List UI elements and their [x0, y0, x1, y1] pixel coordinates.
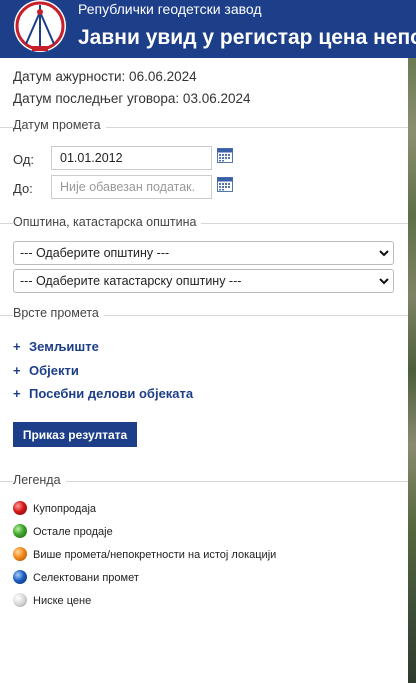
chevron-down-icon	[379, 278, 389, 285]
date-from-input[interactable]	[51, 146, 212, 170]
type-item-land[interactable]: + Земљиште	[13, 339, 99, 354]
search-sidebar: Датум ажурности: 06.06.2024 Датум послед…	[0, 58, 408, 683]
municipality-section-label: Општина, катастарска општина	[13, 215, 202, 229]
expand-plus-icon: +	[13, 339, 21, 354]
to-label: До:	[13, 181, 33, 196]
legend-item-label: Селектовани промет	[33, 571, 139, 584]
from-label: Од:	[13, 152, 35, 167]
type-item-label: Посебни делови објеката	[29, 386, 194, 401]
show-results-button[interactable]: Приказ резултата	[13, 422, 137, 447]
chevron-down-icon	[379, 250, 389, 257]
orange-dot-icon	[13, 547, 27, 561]
legend-item-label: Ниске цене	[33, 594, 92, 607]
date-to-input[interactable]	[51, 175, 212, 199]
type-item-buildings[interactable]: + Објекти	[13, 363, 79, 378]
expand-plus-icon: +	[13, 386, 21, 401]
app-header: Републички геодетски завод Јавни увид у …	[0, 0, 416, 58]
legend-label: Легенда	[13, 473, 66, 487]
legend-item: Купопродаја	[13, 501, 97, 516]
type-item-label: Објекти	[29, 363, 79, 378]
last-contract-date: Датум последњег уговора: 03.06.2024	[13, 91, 251, 106]
blue-dot-icon	[13, 570, 27, 584]
type-item-label: Земљиште	[29, 339, 99, 354]
types-section-label: Врсте промета	[13, 306, 104, 320]
update-date: Датум ажурности: 06.06.2024	[13, 69, 197, 84]
legend-item: Остале продаје	[13, 524, 113, 539]
organization-name: Републички геодетски завод	[78, 1, 262, 17]
red-dot-icon	[13, 501, 27, 515]
legend-item: Селектовани промет	[13, 570, 139, 585]
legend-item-label: Остале продаје	[33, 525, 113, 538]
legend-item: Више промета/непокретности на истој лока…	[13, 547, 277, 562]
map-area[interactable]	[408, 58, 416, 683]
cadastral-municipality-select[interactable]: --- Одаберите катастарску општину ---	[13, 269, 394, 293]
cadastral-select-value: --- Одаберите катастарску општину ---	[20, 274, 242, 288]
legend-item-label: Купопродаја	[33, 502, 97, 515]
date-section-label: Датум промета	[13, 118, 106, 132]
legend-item-label: Више промета/непокретности на истој лока…	[33, 548, 277, 561]
page-title: Јавни увид у регистар цена непокретности	[78, 26, 416, 49]
calendar-icon[interactable]	[217, 148, 233, 163]
rgz-logo-icon	[14, 0, 66, 52]
calendar-icon[interactable]	[217, 177, 233, 192]
expand-plus-icon: +	[13, 363, 21, 378]
municipality-select[interactable]: --- Одаберите општину ---	[13, 241, 394, 265]
green-dot-icon	[13, 524, 27, 538]
type-item-building-parts[interactable]: + Посебни делови објеката	[13, 386, 193, 401]
white-dot-icon	[13, 593, 27, 607]
municipality-select-value: --- Одаберите општину ---	[20, 246, 170, 260]
legend-item: Ниске цене	[13, 593, 92, 608]
